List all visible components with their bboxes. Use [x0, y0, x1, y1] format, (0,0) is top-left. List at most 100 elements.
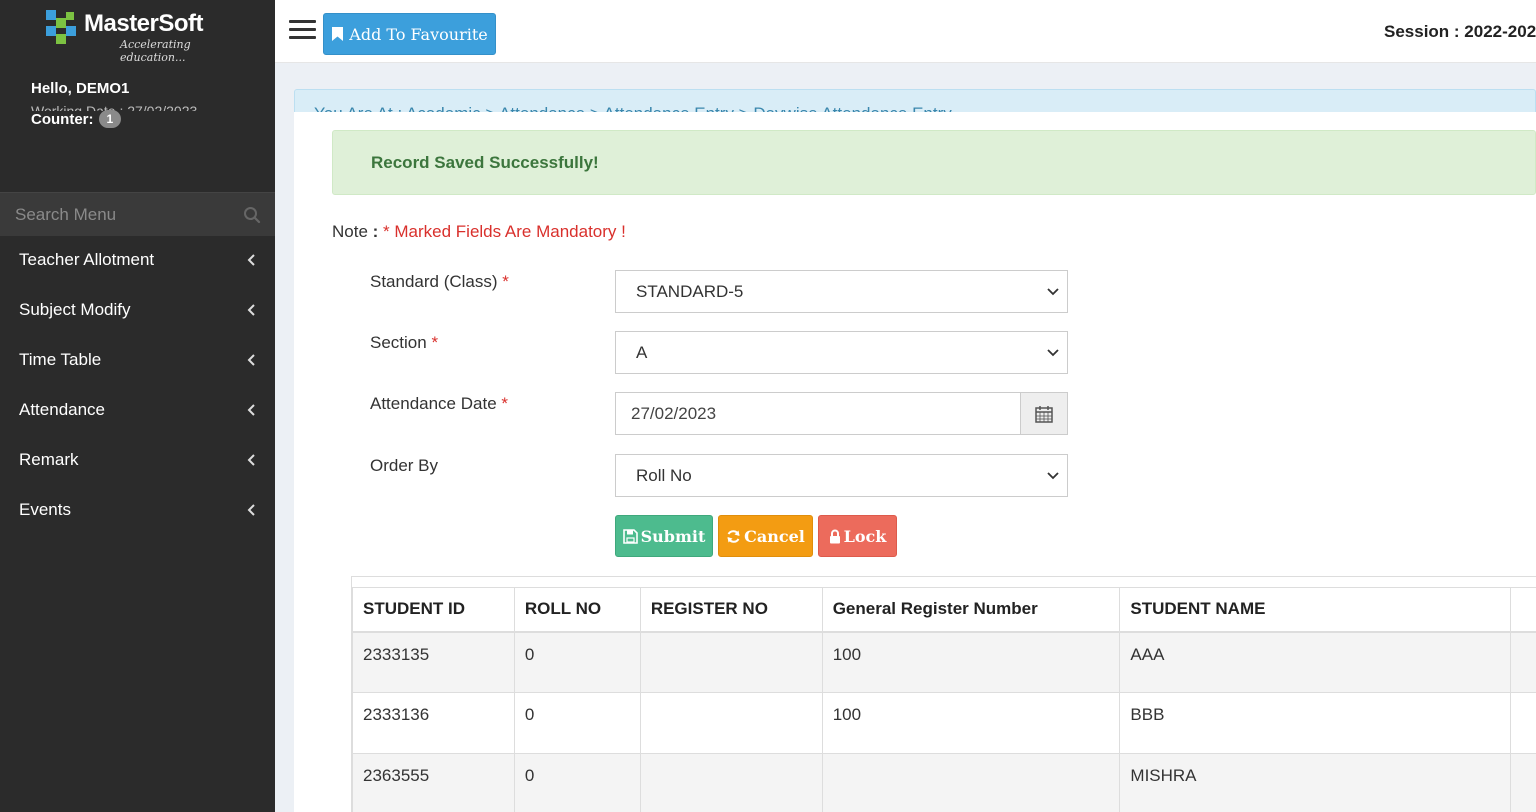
chevron-left-icon: [247, 304, 255, 316]
table-row: 2333136 0 100 BBB: [352, 692, 1536, 754]
lock-button[interactable]: Lock: [818, 515, 897, 557]
top-navbar: Add To Favourite Session : 2022-2023: [275, 0, 1536, 63]
sidebar-item-subject-modify[interactable]: Subject Modify: [0, 290, 275, 330]
note-text: * Marked Fields Are Mandatory !: [383, 222, 626, 241]
standard-select[interactable]: STANDARD-5: [615, 270, 1068, 313]
counter-label: Counter:: [31, 110, 94, 128]
lock-icon: [829, 529, 840, 543]
cell-roll-no: 0: [513, 631, 641, 693]
cell-student-name: MISHRA: [1119, 753, 1512, 812]
chevron-left-icon: [247, 354, 255, 366]
bookmark-icon: [332, 27, 344, 41]
order-by-selected-value: Roll No: [636, 465, 692, 485]
submit-label: Submit: [640, 526, 706, 546]
save-icon: [622, 528, 638, 544]
note-colon: :: [367, 222, 384, 241]
sidebar-item-label: Remark: [19, 450, 79, 469]
calendar-icon: [1035, 405, 1053, 423]
note-label: Note: [332, 222, 368, 241]
standard-selected-value: STANDARD-5: [636, 281, 744, 301]
chevron-left-icon: [247, 404, 255, 416]
required-mark: *: [501, 394, 509, 413]
cell-extra: [1510, 753, 1536, 812]
brand-name: MasterSoft: [84, 10, 204, 37]
cell-register-no: [639, 631, 823, 693]
column-header-student-id[interactable]: STUDENT ID: [352, 587, 515, 633]
success-message: Record Saved Successfully!: [371, 153, 599, 172]
cell-general-register-number: 100: [821, 631, 1121, 693]
order-by-label: Order By: [370, 456, 439, 475]
column-header-student-name[interactable]: STUDENT NAME: [1119, 587, 1512, 633]
attendance-date-label: Attendance Date *: [370, 394, 508, 414]
refresh-icon: [727, 529, 740, 543]
chevron-down-icon: [1047, 472, 1059, 480]
calendar-button[interactable]: [1020, 392, 1068, 435]
cell-student-id: 2363555: [352, 753, 515, 812]
cell-student-id: 2333135: [352, 631, 515, 693]
search-icon[interactable]: [243, 206, 261, 224]
cell-general-register-number: [821, 753, 1121, 812]
add-to-favourite-button[interactable]: Add To Favourite: [323, 13, 496, 55]
cancel-button[interactable]: Cancel: [718, 515, 813, 557]
column-header-roll-no[interactable]: ROLL NO: [513, 587, 641, 633]
column-header-extra[interactable]: [1510, 587, 1536, 633]
required-mark: *: [502, 272, 509, 291]
column-header-general-register-number[interactable]: General Register Number: [821, 587, 1121, 633]
hamburger-menu-icon[interactable]: [289, 20, 316, 40]
success-alert: Record Saved Successfully!: [332, 130, 1536, 195]
sidebar-item-label: Time Table: [19, 350, 102, 369]
counter: Counter: 1: [31, 110, 122, 128]
lock-label: Lock: [843, 526, 887, 546]
table-header-row: STUDENT ID ROLL NO REGISTER NO General R…: [352, 587, 1536, 633]
cancel-label: Cancel: [744, 526, 805, 546]
user-greeting: Hello, DEMO1: [31, 80, 130, 97]
logo-mark-icon: [46, 10, 76, 44]
table-row: 2363555 0 MISHRA: [352, 753, 1536, 812]
sidebar: MasterSoft Accelerating education... Hel…: [0, 0, 275, 812]
cell-extra: [1510, 692, 1536, 754]
mandatory-note: Note : * Marked Fields Are Mandatory !: [332, 222, 626, 242]
cell-general-register-number: 100: [821, 692, 1121, 754]
sidebar-item-attendance[interactable]: Attendance: [0, 390, 275, 430]
chevron-left-icon: [247, 454, 255, 466]
brand-tagline: Accelerating education...: [120, 38, 191, 64]
order-by-select[interactable]: Roll No: [615, 454, 1068, 497]
search-menu-input[interactable]: [0, 193, 230, 237]
mastersoft-logo[interactable]: MasterSoft Accelerating education...: [42, 6, 242, 64]
sidebar-item-label: Subject Modify: [19, 300, 131, 319]
required-mark: *: [431, 333, 439, 352]
sidebar-item-label: Attendance: [19, 400, 106, 419]
chevron-down-icon: [1047, 288, 1059, 296]
cell-roll-no: 0: [513, 753, 641, 812]
sidebar-item-label: Teacher Allotment: [19, 250, 155, 269]
table-row: 2333135 0 100 AAA: [352, 631, 1536, 693]
chevron-left-icon: [247, 504, 255, 516]
sidebar-item-events[interactable]: Events: [0, 490, 275, 530]
counter-badge: 1: [98, 110, 122, 128]
section-select[interactable]: A: [615, 331, 1068, 374]
cell-student-id: 2333136: [352, 692, 515, 754]
cell-student-name: BBB: [1119, 692, 1512, 754]
section-label: Section *: [370, 333, 438, 353]
sidebar-item-remark[interactable]: Remark: [0, 440, 275, 480]
submit-button[interactable]: Submit: [615, 515, 713, 557]
sidebar-item-time-table[interactable]: Time Table: [0, 340, 275, 380]
search-menu: [0, 192, 275, 237]
chevron-left-icon: [247, 254, 255, 266]
standard-label-text: Standard (Class): [370, 272, 498, 291]
cell-student-name: AAA: [1119, 631, 1512, 693]
chevron-down-icon: [1047, 349, 1059, 357]
cell-register-no: [639, 692, 823, 754]
cell-register-no: [639, 753, 823, 812]
attendance-table-container[interactable]: STUDENT ID ROLL NO REGISTER NO General R…: [351, 576, 1536, 812]
add-to-favourite-label: Add To Favourite: [349, 24, 488, 44]
cell-extra: [1510, 631, 1536, 693]
attendance-date-label-text: Attendance Date: [370, 394, 497, 413]
column-header-register-no[interactable]: REGISTER NO: [639, 587, 823, 633]
sidebar-item-teacher-allotment[interactable]: Teacher Allotment: [0, 240, 275, 280]
standard-label: Standard (Class) *: [370, 272, 509, 292]
section-label-text: Section: [370, 333, 427, 352]
attendance-table: STUDENT ID ROLL NO REGISTER NO General R…: [352, 587, 1536, 812]
section-selected-value: A: [636, 342, 648, 362]
attendance-date-input[interactable]: 27/02/2023: [615, 392, 1021, 435]
